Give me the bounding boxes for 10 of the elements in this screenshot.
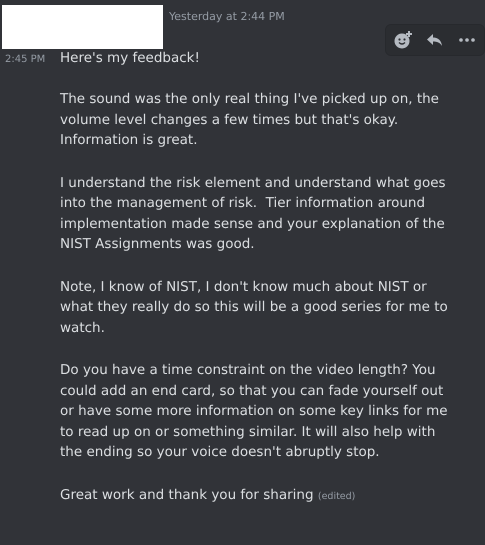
message-text: Here's my feedback! — [60, 50, 200, 66]
message-text: Note, I know of NIST, I don't know much about NIST or what they really do so this will be a good series for me to watch. — [60, 278, 449, 336]
message-text: The sound was the only real thing I've picked up on, the volume level changes a few times but that's okay. Information is great. — [60, 91, 440, 148]
add-reaction-icon[interactable] — [393, 30, 413, 50]
timestamp: 2:45 PM — [4, 53, 46, 67]
message-text: I understand the risk element and understand what goes into the management of risk. Tier information around implementation made sense and your explanation of the NIST Assignments was good. — [60, 174, 447, 252]
edited-label: (edited) — [318, 490, 356, 502]
message-text: Do you have a time constraint on the video length? You could add an end card, so that you can fade yourself out or have some more information on some key links for me to read up on or something similar. It will also help with the ending so your voice doesn't abruptly stop. — [60, 362, 449, 460]
timestamp: Yesterday at 2:44 PM — [169, 10, 285, 23]
message-text: Great work and thank you for sharing — [60, 486, 314, 502]
